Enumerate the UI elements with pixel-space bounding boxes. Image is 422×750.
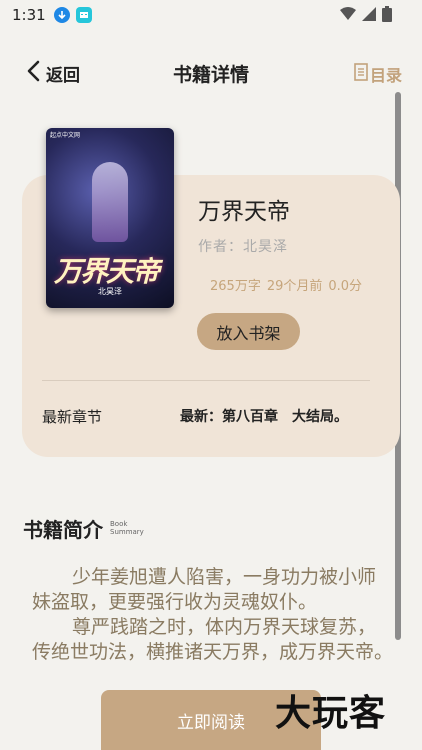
top-header: 返回 书籍详情 目录 <box>0 52 422 94</box>
page-title: 书籍详情 <box>172 63 249 86</box>
intro-text: 少年姜旭遭人陷害，一身功力被小师妹盗取，更要强行收为灵魂奴仆。 尊严践踏之时，体… <box>32 565 394 665</box>
intro-title: 书籍简介 <box>23 518 103 542</box>
latest-chapter-label: 最新章节 <box>42 408 103 426</box>
toc-label: 目录 <box>369 66 402 85</box>
status-indicators <box>340 6 392 26</box>
app-notification-icon <box>75 7 92 23</box>
cover-badge: 起点中文网 <box>50 132 81 139</box>
status-time: 1:31 <box>12 6 46 24</box>
wifi-icon <box>340 7 356 25</box>
download-icon <box>53 7 70 23</box>
book-author: 作者：北昊泽 <box>198 239 288 255</box>
book-cover[interactable]: 起点中文网 万界天帝 北昊泽 <box>46 128 174 308</box>
watermark-logo: 大玩客 <box>275 693 387 734</box>
list-icon <box>354 63 368 85</box>
updated-time: 29个月前 <box>266 279 323 294</box>
cover-figure-image <box>92 162 128 242</box>
battery-icon <box>382 6 392 26</box>
latest-chapter-link[interactable]: 最新：第八百章 大结局。 <box>180 406 348 426</box>
signal-icon <box>362 7 376 25</box>
status-bar: 1:31 <box>0 0 422 30</box>
cover-title: 万界天帝 <box>54 255 160 288</box>
intro-paragraph-1: 少年姜旭遭人陷害，一身功力被小师妹盗取，更要强行收为灵魂奴仆。 <box>32 566 377 613</box>
intro-paragraph-2: 尊严践踏之时，体内万界天球复苏，传绝世功法，横推诸天万界，成万界天帝。 <box>32 616 394 663</box>
intro-subtitle: Book Summary <box>110 520 144 536</box>
book-name: 万界天帝 <box>198 199 290 225</box>
card-divider <box>42 380 370 381</box>
back-button[interactable]: 返回 <box>26 60 80 87</box>
toc-button[interactable]: 目录 <box>354 62 402 86</box>
score: 0.0分 <box>328 279 363 294</box>
word-count: 265万字 <box>210 279 261 294</box>
cover-author: 北昊泽 <box>98 287 122 296</box>
chevron-left-icon <box>26 60 40 87</box>
book-stats: 265万字 29个月前 0.0分 <box>210 275 362 294</box>
add-to-shelf-button[interactable]: 放入书架 <box>197 313 300 350</box>
back-label: 返回 <box>46 66 80 86</box>
